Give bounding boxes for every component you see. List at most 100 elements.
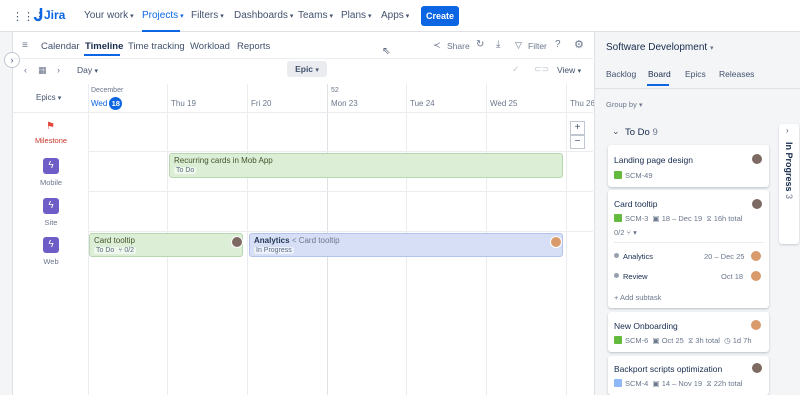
nav-teams[interactable]: Teams ▾ xyxy=(298,10,333,21)
timeline-bar[interactable]: Analytics < Card tooltip In Progress xyxy=(249,233,563,257)
avatar[interactable] xyxy=(550,236,562,248)
epics-column-header[interactable]: Epics ▾ xyxy=(36,93,61,102)
tab-timeline[interactable]: Timeline xyxy=(85,41,123,52)
toggle-icon[interactable]: ⊂⊃ xyxy=(534,64,549,75)
day-num: 19 xyxy=(187,99,196,108)
board-card[interactable]: Backport scripts optimization SCM-4 ▣ 14… xyxy=(608,356,769,395)
sidebar-rail xyxy=(0,32,13,395)
create-button[interactable]: Create xyxy=(421,6,459,26)
prev-arrow-icon[interactable]: ‹ xyxy=(24,65,27,75)
calendar-icon: ▣ xyxy=(652,336,660,345)
bar-title: Card tooltip xyxy=(94,236,135,245)
row-label-site[interactable]: Site xyxy=(26,218,76,227)
nav-plans[interactable]: Plans ▾ xyxy=(341,10,372,21)
nav-dashboards[interactable]: Dashboards ▾ xyxy=(234,10,293,21)
lightning-icon: ϟ xyxy=(43,158,59,174)
board-card[interactable]: New Onboarding SCM-6 ▣ Oct 25 ⧖ 3h total… xyxy=(608,312,769,352)
active-tab-underline xyxy=(84,54,120,56)
settings-gear-icon[interactable]: ⚙ xyxy=(574,38,584,51)
card-key: SCM-49 xyxy=(614,171,653,180)
avatar[interactable] xyxy=(750,319,762,331)
row-label-web[interactable]: Web xyxy=(26,257,76,266)
subtask-toggle[interactable]: 0/2 ⑂ ▾ xyxy=(614,228,637,237)
filter-icon[interactable]: ▽ xyxy=(515,40,522,51)
nav-apps[interactable]: Apps ▾ xyxy=(381,10,409,21)
timeline-bar[interactable]: Card tooltip To Do ⑂ 0/2 xyxy=(89,233,243,257)
brand-name[interactable]: Jira xyxy=(44,8,65,22)
share-button[interactable]: Share xyxy=(447,41,470,51)
estimate: 16h total xyxy=(713,214,743,223)
avatar[interactable] xyxy=(751,362,763,374)
next-arrow-icon[interactable]: › xyxy=(57,65,60,75)
tab-workload[interactable]: Workload xyxy=(190,41,230,52)
tab-reports[interactable]: Reports xyxy=(237,41,270,52)
expand-column-icon[interactable]: › xyxy=(786,126,789,135)
board-card[interactable]: Card tooltip SCM-3 ▣ 18 – Dec 19 ⧖ 16h t… xyxy=(608,190,769,308)
subtask-name: Analytics xyxy=(623,252,654,261)
calendar-icon[interactable]: ▦ xyxy=(38,65,47,76)
nav-your-work[interactable]: Your work ▾ xyxy=(84,10,134,21)
collapse-column-icon[interactable]: ⌄ xyxy=(612,126,620,137)
card-meta: SCM-3 ▣ 18 – Dec 19 ⧖ 16h total xyxy=(614,214,742,224)
tab-time-tracking[interactable]: Time tracking xyxy=(128,41,185,52)
expand-sidebar-icon[interactable]: › xyxy=(4,52,20,68)
subtask-item[interactable]: Analytics xyxy=(614,252,653,261)
share-icon[interactable]: ≺ xyxy=(433,40,441,51)
card-meta: SCM-4 ▣ 14 – Nov 19 ⧖ 22h total xyxy=(614,379,742,389)
subtask-dot xyxy=(614,273,619,278)
panel-divider xyxy=(595,88,800,89)
tab-backlog[interactable]: Backlog xyxy=(606,69,636,79)
status-badge: To Do ⑂ 0/2 xyxy=(94,247,137,254)
help-icon[interactable]: ? xyxy=(555,39,561,50)
tab-calendar[interactable]: Calendar xyxy=(41,41,80,52)
tab-epics[interactable]: Epics xyxy=(685,69,706,79)
column-name: In Progress xyxy=(784,142,794,192)
nav-label: Your work xyxy=(84,10,129,21)
group-by-select[interactable]: Group by ▾ xyxy=(606,100,642,109)
avatar[interactable] xyxy=(231,236,243,248)
row-label-milestone[interactable]: Milestone xyxy=(26,136,76,145)
mouse-cursor-icon: ⇖ xyxy=(382,46,391,57)
board-card[interactable]: Landing page design SCM-49 xyxy=(608,145,769,187)
add-subtask-button[interactable]: + Add subtask xyxy=(614,293,661,302)
column-header-todo[interactable]: To Do 9 xyxy=(625,127,658,138)
chevron-down-icon: ▾ xyxy=(368,13,372,20)
day-name: Fri xyxy=(251,99,261,108)
check-icon[interactable]: ✓ xyxy=(512,64,520,75)
jira-logo-icon[interactable] xyxy=(32,8,43,22)
avatar[interactable] xyxy=(751,153,763,165)
avatar[interactable] xyxy=(751,198,763,210)
subtask-name: Review xyxy=(623,272,648,281)
timeline-bar[interactable]: Recurring cards in Mob App To Do xyxy=(169,153,563,178)
day-num: 24 xyxy=(425,99,435,108)
nav-filters[interactable]: Filters ▾ xyxy=(191,10,224,21)
menu-icon[interactable]: ≡ xyxy=(22,40,28,51)
subtask-icon: ⑂ xyxy=(626,228,632,237)
avatar[interactable] xyxy=(750,250,762,262)
avatar[interactable] xyxy=(750,270,762,282)
refresh-icon[interactable]: ↻ xyxy=(476,39,484,50)
tab-board[interactable]: Board xyxy=(648,69,671,79)
row-label-mobile[interactable]: Mobile xyxy=(26,178,76,187)
zoom-in-button[interactable]: + xyxy=(570,121,585,135)
week-number: 52 xyxy=(331,87,339,94)
zoom-out-button[interactable]: − xyxy=(570,135,585,149)
subtask-item[interactable]: Review xyxy=(614,272,648,281)
filter-button[interactable]: Filter xyxy=(528,41,547,51)
bar-title-main: Analytics xyxy=(254,236,290,245)
card-title: Backport scripts optimization xyxy=(614,364,723,374)
project-name: Software Development xyxy=(606,42,708,53)
project-title[interactable]: Software Development ▾ xyxy=(606,42,713,53)
tab-releases[interactable]: Releases xyxy=(719,69,754,79)
estimate: 3h total xyxy=(695,336,720,345)
download-icon[interactable]: ⤓ xyxy=(496,39,500,50)
view-select[interactable]: View ▾ xyxy=(557,65,581,75)
scale-select[interactable]: Day ▾ xyxy=(77,65,98,75)
group-select[interactable]: Epic ▾ xyxy=(287,61,327,77)
chevron-down-icon: ▾ xyxy=(709,45,714,52)
lightning-icon: ϟ xyxy=(43,237,59,253)
toolbar-divider xyxy=(13,58,593,59)
lightning-icon: ϟ xyxy=(43,198,59,214)
nav-projects[interactable]: Projects ▾ xyxy=(142,10,184,21)
group-label: Epic xyxy=(295,64,314,74)
